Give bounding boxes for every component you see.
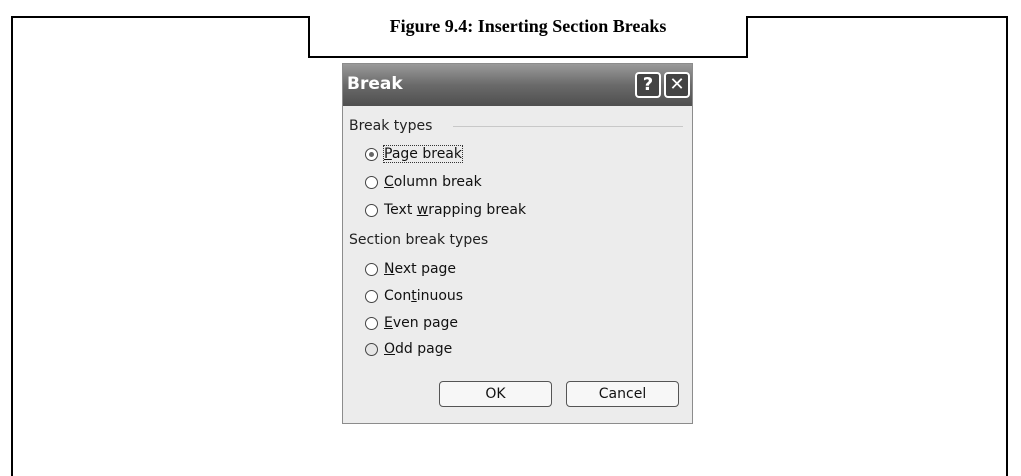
option-label: Continuous (384, 288, 464, 304)
option-continuous[interactable]: Continuous (365, 288, 463, 304)
caption-box: Figure 9.4: Inserting Section Breaks (308, 16, 748, 58)
option-text-wrapping-break[interactable]: Text wrapping break (365, 202, 526, 218)
ok-button[interactable]: OK (439, 381, 552, 407)
option-next-page[interactable]: Next page (365, 261, 456, 277)
radio-column-break[interactable] (365, 175, 378, 189)
option-label: Page break (383, 145, 463, 163)
cancel-button[interactable]: Cancel (566, 381, 679, 407)
close-icon: ✕ (669, 74, 685, 95)
option-odd-page[interactable]: Odd page (365, 341, 452, 357)
radio-odd-page[interactable] (365, 342, 378, 356)
close-button[interactable]: ✕ (664, 72, 690, 98)
radio-even-page[interactable] (365, 316, 378, 330)
help-icon: ? (642, 74, 654, 95)
radio-continuous[interactable] (365, 289, 378, 303)
option-label: Even page (384, 315, 459, 331)
radio-text-wrapping-break[interactable] (365, 203, 378, 217)
option-label: Odd page (384, 341, 453, 357)
break-dialog: Break ? ✕ Break types Page break Column … (342, 63, 693, 424)
dialog-titlebar[interactable]: Break ? ✕ (343, 64, 692, 106)
figure-caption: Figure 9.4: Inserting Section Breaks (389, 16, 667, 36)
help-button[interactable]: ? (635, 72, 661, 98)
option-even-page[interactable]: Even page (365, 315, 458, 331)
radio-next-page[interactable] (365, 262, 378, 276)
section-break-types-label: Section break types (349, 232, 489, 248)
option-label: Next page (384, 261, 457, 277)
option-column-break[interactable]: Column break (365, 174, 482, 190)
dialog-title: Break (347, 74, 403, 94)
break-types-label: Break types (349, 118, 433, 134)
radio-page-break[interactable] (365, 147, 378, 161)
option-label: Text wrapping break (384, 202, 527, 218)
option-label: Column break (384, 174, 482, 190)
option-page-break[interactable]: Page break (365, 145, 463, 163)
group-divider (453, 126, 683, 127)
